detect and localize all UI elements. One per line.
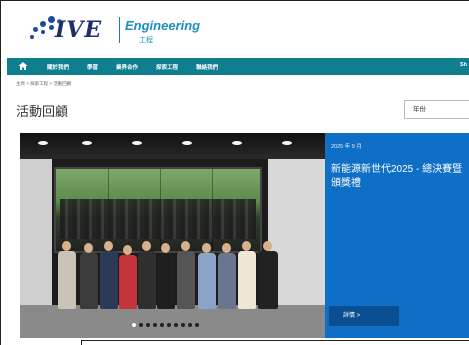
ive-engineering-logo[interactable]: IVE Engineering 工程 — [27, 11, 200, 47]
nav-item-learning[interactable]: 學習 — [87, 63, 98, 71]
event-info-panel: 2025 年 9 月 新能源新世代2025 - 總決賽暨頒獎禮 詳情 > — [325, 133, 469, 338]
event-photo[interactable] — [20, 133, 325, 338]
logo-engineering-text: Engineering — [125, 18, 201, 33]
carousel-dot[interactable] — [132, 323, 136, 327]
carousel-pagination[interactable] — [132, 323, 202, 327]
carousel-dot[interactable] — [146, 323, 150, 327]
nav-item-explore[interactable]: 探索工程 — [156, 63, 178, 71]
logo-divider — [119, 17, 120, 43]
nav-item-industry[interactable]: 業界合作 — [116, 63, 138, 71]
logo-engineering-zh-text: 工程 — [139, 37, 153, 44]
carousel-dot[interactable] — [181, 323, 185, 327]
event-date: 2025 年 9 月 — [331, 144, 362, 150]
details-button[interactable]: 詳情 > — [329, 306, 399, 326]
year-filter-select[interactable]: 年份 — [404, 100, 469, 119]
nav-item-right[interactable]: Sh — [460, 62, 467, 68]
main-nav: 關於我們 學習 業界合作 探索工程 聯絡我們 Sh — [7, 58, 469, 75]
carousel-dot[interactable] — [167, 323, 171, 327]
carousel-dot[interactable] — [174, 323, 178, 327]
bottom-content-box — [81, 340, 469, 345]
carousel-dot[interactable] — [160, 323, 164, 327]
carousel-dot[interactable] — [139, 323, 143, 327]
carousel-dot[interactable] — [153, 323, 157, 327]
site-header: IVE Engineering 工程 — [1, 1, 469, 57]
event-carousel[interactable]: 2025 年 9 月 新能源新世代2025 - 總決賽暨頒獎禮 詳情 > — [20, 133, 469, 338]
event-title[interactable]: 新能源新世代2025 - 總決賽暨頒獎禮 — [331, 163, 469, 191]
carousel-dot[interactable] — [188, 323, 192, 327]
nav-item-contact[interactable]: 聯絡我們 — [196, 63, 218, 71]
logo-ive-text: IVE — [55, 17, 103, 43]
home-icon[interactable] — [18, 61, 28, 71]
breadcrumb[interactable]: 主頁 > 探索工程 > 活動回顧 — [16, 81, 71, 87]
nav-item-about[interactable]: 關於我們 — [47, 63, 69, 71]
page-title: 活動回顧 — [16, 104, 69, 119]
carousel-dot[interactable] — [195, 323, 199, 327]
